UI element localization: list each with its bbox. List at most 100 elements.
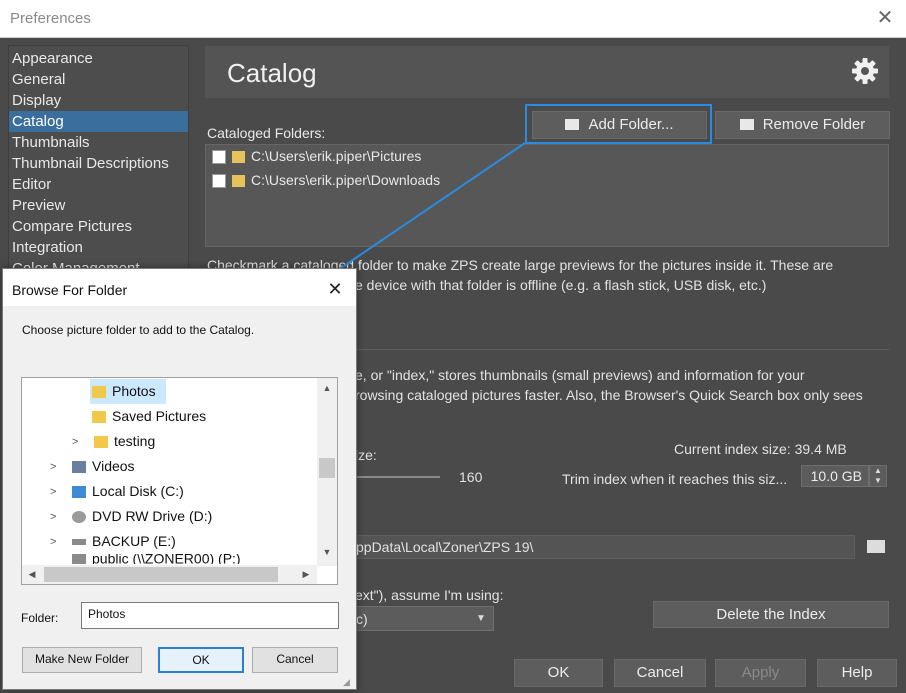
index-path-text: ppData\Local\Zoner\ZPS 19\ (356, 539, 534, 555)
tree-item-backup[interactable]: > BACKUP (E:) (50, 529, 176, 554)
scroll-right-icon[interactable]: ▶ (298, 569, 314, 580)
scroll-up-icon[interactable]: ▲ (319, 383, 335, 393)
dialog-close-button[interactable]: ✕ (324, 278, 346, 300)
drive-icon (72, 539, 86, 546)
network-drive-icon (72, 554, 86, 564)
folder-icon (232, 175, 245, 188)
dvd-drive-icon (72, 511, 86, 524)
sidebar-item-thumbnail-descriptions[interactable]: Thumbnail Descriptions (9, 153, 188, 174)
chevron-right-icon[interactable]: > (50, 505, 62, 530)
scroll-left-icon[interactable]: ◀ (24, 569, 40, 580)
add-folder-button[interactable]: Add Folder... (532, 111, 707, 139)
assume-label: ext"), assume I'm using: (355, 587, 504, 603)
dialog-ok-button[interactable]: OK (158, 647, 244, 673)
vertical-scroll-thumb[interactable] (319, 458, 335, 478)
sidebar-item-editor[interactable]: Editor (9, 174, 188, 195)
thumbnail-size-slider[interactable] (355, 476, 440, 478)
chevron-right-icon[interactable]: > (50, 480, 62, 505)
tree-item-public[interactable]: public (\\ZONER00) (P:) (50, 554, 241, 564)
sidebar-item-display[interactable]: Display (9, 90, 188, 111)
sidebar-item-appearance[interactable]: Appearance (9, 48, 188, 69)
tree-item-photos[interactable]: Photos (90, 379, 166, 404)
trim-index-label: Trim index when it reaches this siz... (562, 471, 788, 487)
current-index-size: Current index size: 39.4 MB (674, 441, 847, 457)
dialog-prompt: Choose picture folder to add to the Cata… (22, 323, 255, 337)
tree-item-label: Photos (112, 383, 156, 399)
tree-item-label: public (\\ZONER00) (P:) (92, 554, 241, 564)
folder-add-icon (565, 119, 580, 130)
sidebar-item-compare-pictures[interactable]: Compare Pictures (9, 216, 188, 237)
scroll-down-icon[interactable]: ▼ (319, 547, 335, 557)
divider (355, 349, 889, 350)
window-close-button[interactable]: ✕ (872, 6, 898, 32)
chevron-right-icon[interactable]: > (50, 530, 62, 555)
sidebar-item-general[interactable]: General (9, 69, 188, 90)
tree-item-dvd-drive[interactable]: > DVD RW Drive (D:) (50, 504, 212, 529)
folder-field-label: Folder: (21, 611, 59, 625)
ok-button[interactable]: OK (514, 659, 603, 687)
tree-item-label: testing (114, 433, 156, 449)
chevron-right-icon[interactable]: > (72, 430, 84, 455)
tree-item-label: Saved Pictures (112, 408, 207, 424)
folder-icon (92, 386, 106, 399)
folder-browse-icon[interactable] (867, 540, 885, 553)
thumbnail-size-label: ize: (355, 447, 377, 463)
list-item[interactable]: C:\Users\erik.piper\Downloads (212, 169, 440, 191)
dialog-cancel-button[interactable]: Cancel (252, 647, 338, 673)
remove-folder-button[interactable]: Remove Folder (715, 111, 890, 139)
tree-item-label: DVD RW Drive (D:) (92, 508, 213, 524)
cataloged-folders-label: Cataloged Folders: (207, 125, 326, 141)
remove-folder-label: Remove Folder (762, 116, 866, 133)
gear-icon[interactable] (850, 56, 880, 86)
tree-item-videos[interactable]: > Videos (50, 454, 135, 479)
resize-grip-icon[interactable]: ◢ (343, 677, 355, 689)
sidebar: Appearance General Display Catalog Thumb… (8, 45, 189, 277)
index-path-field[interactable]: ppData\Local\Zoner\ZPS 19\ (355, 535, 855, 559)
add-folder-label: Add Folder... (588, 116, 674, 133)
folder-tree: Photos Saved Pictures > testing > Videos >… (21, 377, 338, 585)
folder-icon (232, 151, 245, 164)
window-title: Preferences (10, 10, 91, 27)
folder-path: C:\Users\erik.piper\Pictures (251, 148, 422, 164)
title-bar (0, 0, 906, 38)
folder-icon (92, 411, 106, 424)
tree-item-label: Videos (92, 458, 135, 474)
tree-item-label: Local Disk (C:) (92, 483, 184, 499)
chevron-right-icon[interactable]: > (50, 455, 62, 480)
folder-icon (94, 436, 108, 449)
sidebar-item-preview[interactable]: Preview (9, 195, 188, 216)
make-new-folder-button[interactable]: Make New Folder (22, 647, 142, 673)
slider-value: 160 (459, 469, 483, 485)
info-text-2: e device with that folder is offline (e.… (355, 277, 767, 293)
cataloged-folders-list: C:\Users\erik.piper\Pictures C:\Users\er… (205, 144, 889, 247)
apply-button[interactable]: Apply (715, 659, 806, 687)
folder-checkbox[interactable] (212, 150, 226, 165)
video-folder-icon (72, 461, 86, 474)
index-text-2: rowsing cataloged pictures faster. Also,… (355, 387, 863, 403)
sidebar-item-integration[interactable]: Integration (9, 237, 188, 258)
sidebar-item-thumbnails[interactable]: Thumbnails (9, 132, 188, 153)
drive-icon (72, 486, 86, 499)
tree-item-testing[interactable]: > testing (72, 429, 155, 454)
tree-item-local-disk[interactable]: > Local Disk (C:) (50, 479, 184, 504)
delete-index-button[interactable]: Delete the Index (653, 601, 889, 628)
tree-item-label: BACKUP (E:) (92, 533, 176, 549)
help-button[interactable]: Help (817, 659, 897, 687)
horizontal-scroll-thumb[interactable] (44, 567, 278, 582)
tree-item-saved-pictures[interactable]: Saved Pictures (92, 404, 206, 429)
folder-path: C:\Users\erik.piper\Downloads (251, 172, 441, 188)
sidebar-item-catalog[interactable]: Catalog (9, 111, 188, 132)
folder-remove-icon (739, 119, 754, 130)
cancel-button[interactable]: Cancel (614, 659, 706, 687)
dialog-title: Browse For Folder (12, 282, 128, 298)
page-title: Catalog (227, 58, 317, 88)
device-select[interactable]: c) (355, 606, 494, 631)
list-item[interactable]: C:\Users\erik.piper\Pictures (212, 145, 421, 167)
index-text-1: e, or "index," stores thumbnails (small … (355, 367, 805, 383)
chevron-down-icon: ▼ (476, 613, 486, 624)
trim-size-input[interactable]: 10.0 GB (801, 465, 869, 487)
trim-size-stepper[interactable]: ▲ ▼ (869, 465, 887, 487)
device-select-value: c) (356, 611, 368, 627)
folder-input[interactable]: Photos (81, 602, 339, 629)
folder-checkbox[interactable] (212, 174, 226, 189)
